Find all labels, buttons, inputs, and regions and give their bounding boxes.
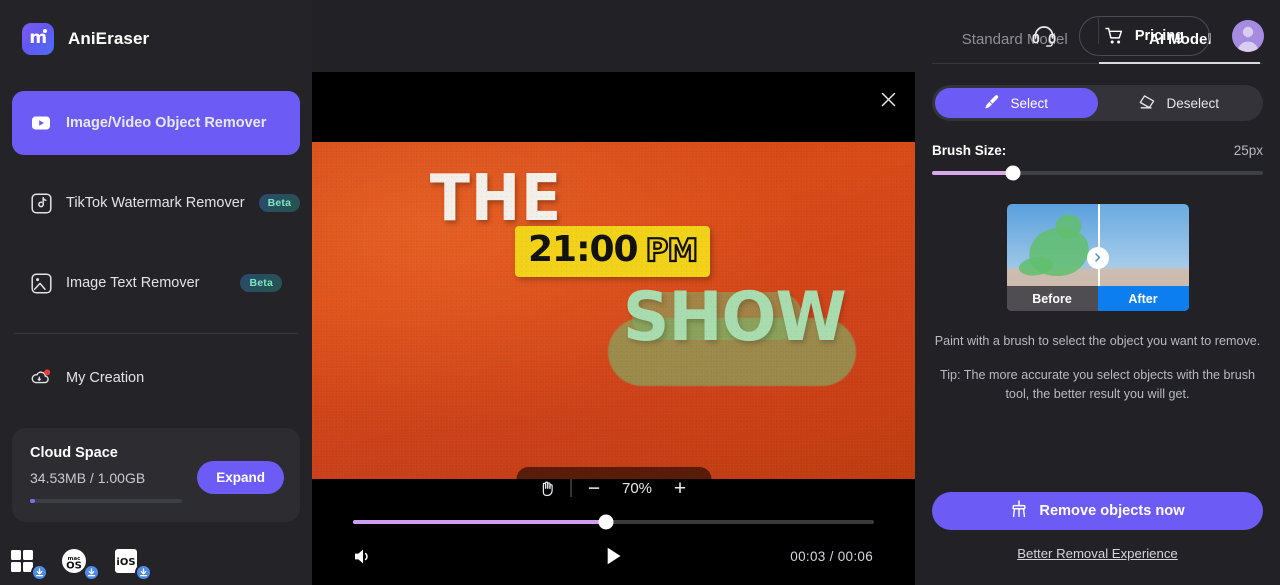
frame-time-value: 21:00 [528, 229, 639, 270]
app-root: m AniEraser Image/Video Object Remover T… [0, 0, 1280, 585]
chevron-right-icon[interactable] [1086, 246, 1109, 269]
brush-slider-fill [932, 171, 1014, 175]
sidebar-nav-secondary: My Creation [0, 334, 312, 410]
frame-text-line3: SHOW [622, 278, 847, 357]
headset-icon[interactable] [1031, 24, 1057, 48]
frame-text-line1: THE [429, 162, 563, 236]
brush-size-value: 25px [1233, 143, 1263, 158]
preview-before-label: Before [1006, 286, 1098, 311]
close-icon[interactable] [875, 86, 901, 112]
windows-download-icon[interactable] [8, 543, 48, 581]
status-badge: Beta [240, 274, 282, 292]
eraser-icon [1138, 94, 1156, 113]
zoom-level-value: 70% [621, 479, 653, 497]
cloud-space-card: Cloud Space 34.53MB / 1.00GB Expand [12, 428, 300, 522]
remove-objects-button-label: Remove objects now [1039, 503, 1185, 519]
download-badge-icon [31, 564, 48, 581]
frame-time-meridiem: PM [645, 233, 700, 269]
status-badge: Beta [258, 194, 301, 212]
cloud-download-icon [30, 367, 52, 389]
brush-size-row: Brush Size: 25px [932, 143, 1263, 158]
sidebar-item-my-creation[interactable]: My Creation [12, 346, 300, 410]
progress-fill [353, 520, 606, 524]
brush-stroke-overlay [608, 318, 856, 386]
preview-brush-selection [1025, 224, 1092, 280]
sidebar-item-label: My Creation [66, 370, 145, 386]
panel-hint-text: Paint with a brush to select the object … [934, 334, 1261, 348]
video-controls: 00:03 / 00:06 [312, 527, 915, 585]
user-avatar-icon[interactable] [1232, 20, 1264, 52]
sidebar-item-tiktok-watermark-remover[interactable]: TikTok Watermark Remover Beta [12, 171, 301, 235]
video-progress[interactable] [312, 514, 915, 530]
toolbar-divider [570, 479, 571, 497]
brush-stroke-overlay [632, 292, 802, 340]
sidebar-item-image-video-object-remover[interactable]: Image/Video Object Remover [12, 91, 300, 155]
zoom-toolbar: − 70% + [516, 467, 711, 509]
video-canvas[interactable]: THE SHOW 21:00 PM − 70% + 00:03 / 00:06 [312, 72, 915, 585]
svg-text:iOS: iOS [116, 557, 135, 568]
image-text-icon [30, 272, 52, 294]
ios-download-icon[interactable]: iOS [112, 543, 152, 581]
sidebar-item-label: TikTok Watermark Remover [66, 195, 245, 211]
video-frame: THE SHOW 21:00 PM [312, 142, 915, 479]
better-removal-experience-link[interactable]: Better Removal Experience [915, 546, 1280, 561]
frame-text-time: 21:00 PM [515, 226, 711, 277]
preview-after-label: After [1097, 286, 1189, 311]
sidebar-nav: Image/Video Object Remover TikTok Waterm… [0, 60, 312, 315]
video-time-display: 00:03 / 00:06 [790, 548, 873, 564]
app-title: AniEraser [68, 29, 150, 48]
header-actions: Pricing [1031, 0, 1264, 72]
deselect-button[interactable]: Deselect [1098, 88, 1261, 118]
pricing-button[interactable]: Pricing [1078, 16, 1210, 56]
sidebar-item-label: Image Text Remover [66, 275, 200, 291]
progress-track[interactable] [353, 514, 874, 530]
hand-pan-icon[interactable] [530, 471, 564, 505]
broom-icon [1010, 500, 1028, 522]
svg-text:OS: OS [66, 561, 82, 572]
zoom-out-button[interactable]: − [577, 478, 611, 499]
shopping-cart-icon [1105, 27, 1124, 45]
cloud-space-progress [30, 499, 182, 503]
play-icon[interactable] [606, 547, 621, 565]
download-badge-icon [135, 564, 152, 581]
platform-downloads: mac OS iOS [8, 543, 152, 581]
remove-objects-button[interactable]: Remove objects now [932, 492, 1263, 530]
video-workspace: THE SHOW 21:00 PM − 70% + 00:03 / 00:06 [312, 0, 915, 585]
pricing-button-label: Pricing [1134, 28, 1184, 44]
brand: m AniEraser [0, 0, 312, 60]
brush-size-slider[interactable] [932, 165, 1263, 181]
volume-on-icon[interactable] [354, 548, 373, 565]
select-deselect-toggle: Select Deselect [932, 85, 1263, 121]
select-button-label: Select [1010, 95, 1049, 111]
brush-size-label: Brush Size: [932, 143, 1007, 158]
brush-slider-handle[interactable] [1005, 165, 1021, 181]
workspace-header-spacer [312, 0, 915, 72]
video-play-icon [30, 112, 52, 134]
zoom-in-button[interactable]: + [663, 478, 697, 499]
before-after-preview[interactable]: Before After [1006, 204, 1189, 311]
expand-button[interactable]: Expand [197, 461, 284, 494]
sidebar-item-label: Image/Video Object Remover [66, 115, 267, 131]
panel-tip-text: Tip: The more accurate you select object… [940, 368, 1255, 402]
sidebar: m AniEraser Image/Video Object Remover T… [0, 0, 312, 585]
tool-panel: Standard Model AI Model Select Deselect … [915, 0, 1280, 585]
brush-icon [984, 94, 1000, 113]
cloud-space-title: Cloud Space [30, 445, 118, 461]
select-button[interactable]: Select [935, 88, 1098, 118]
anieraser-logo-icon: m [22, 23, 54, 55]
music-note-icon [30, 192, 52, 214]
macos-download-icon[interactable]: mac OS [60, 543, 100, 581]
download-badge-icon [83, 564, 100, 581]
sidebar-item-image-text-remover[interactable]: Image Text Remover Beta [12, 251, 300, 315]
deselect-button-label: Deselect [1166, 95, 1220, 111]
